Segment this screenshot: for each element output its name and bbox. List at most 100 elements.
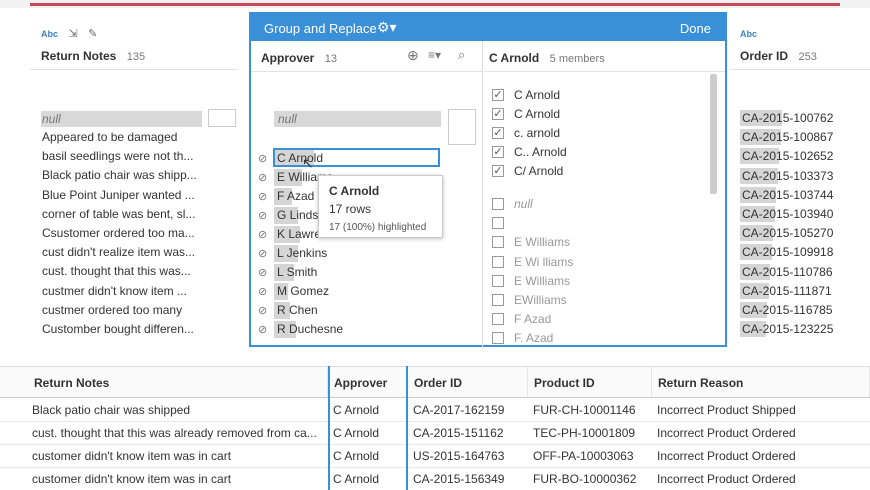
dialog-header: Group and Replace ⚙▾ Done (251, 14, 725, 41)
member-checkbox[interactable] (492, 198, 504, 210)
member-label: c. arnold (514, 126, 561, 140)
list-item[interactable]: Blue Point Juniper wanted ... (42, 188, 202, 202)
string-type-icon: Abc (41, 29, 59, 39)
divider (484, 71, 725, 72)
list-item[interactable]: custmer didn't know item ... (42, 284, 202, 298)
list-item[interactable]: G Linds (277, 208, 319, 222)
member-checkbox[interactable] (492, 255, 504, 268)
list-item[interactable]: CA-2015-103744 (740, 188, 835, 202)
list-item[interactable]: K Lawre (277, 227, 319, 241)
null-count-box (448, 109, 476, 145)
list-item[interactable]: CA-2015-110786 (740, 265, 835, 279)
member-label: E Williams (514, 235, 570, 250)
member-label: E Williams (514, 273, 570, 288)
divider (251, 71, 482, 72)
grid-cell[interactable]: CA-2017-162159 (413, 403, 525, 417)
list-item[interactable]: M Gomez (277, 284, 427, 298)
list-item[interactable]: CA-2015-109918 (740, 245, 835, 259)
null-bar (274, 111, 441, 127)
sort-icon[interactable]: ≡▾ (428, 48, 441, 62)
list-item[interactable]: Customber bought differen... (42, 322, 202, 336)
list-item[interactable]: L Smith (277, 265, 427, 279)
grid-cell[interactable]: Incorrect Product Ordered (657, 472, 867, 486)
grid-column-header[interactable]: Product ID (528, 367, 652, 397)
column-header[interactable]: Order ID (740, 49, 788, 63)
member-label: C.. Arnold (514, 145, 567, 159)
list-item[interactable]: corner of table was bent, sl... (42, 207, 202, 221)
approver-header: Approver (261, 51, 315, 65)
list-item[interactable]: null (42, 112, 202, 126)
edit-icon[interactable]: ✎ (88, 27, 97, 40)
member-checkbox[interactable]: ✓ (492, 165, 504, 177)
group-members-panel: C Arnold 5 members ✓ C Arnold ✓ C Arnold ✓ c.… (484, 41, 725, 347)
list-item[interactable]: CA-2015-100762 (740, 111, 835, 125)
list-item[interactable]: custmer ordered too many (42, 303, 202, 317)
list-item[interactable]: CA-2015-103373 (740, 169, 835, 183)
member-checkbox[interactable] (492, 236, 504, 249)
member-checkbox[interactable] (492, 274, 504, 287)
grid-cell[interactable]: CA-2015-151162 (413, 426, 525, 440)
top-accent-stripe (30, 3, 840, 6)
list-item[interactable]: CA-2015-103940 (740, 207, 835, 221)
member-checkbox[interactable]: ✓ (492, 127, 504, 139)
grid-column-header[interactable]: Order ID (408, 367, 528, 397)
list-item[interactable]: CA-2015-105270 (740, 226, 835, 240)
member-checkbox[interactable]: ✓ (492, 146, 504, 158)
grid-cell[interactable]: FUR-CH-10001146 (533, 403, 649, 417)
grid-cell[interactable]: TEC-PH-10001809 (533, 426, 649, 440)
column-header[interactable]: Return Notes (41, 49, 116, 63)
list-item[interactable]: Appeared to be damaged (42, 130, 202, 144)
top-bar (0, 0, 870, 8)
member-checkbox[interactable]: ✓ (492, 108, 504, 120)
paperclip-icon: ⊘ (258, 172, 268, 184)
grid-cell[interactable]: Black patio chair was shipped (32, 403, 326, 417)
list-item[interactable]: CA-2015-111871 (740, 284, 835, 298)
member-checkbox[interactable] (492, 313, 504, 326)
divider (730, 69, 870, 70)
paperclip-icon: ⊘ (258, 153, 268, 165)
grid-cell[interactable]: Incorrect Product Ordered (657, 426, 867, 440)
null-value[interactable]: null (278, 112, 297, 126)
dialog-title: Group and Replace (264, 21, 377, 36)
grid-cell[interactable]: OFF-PA-10003063 (533, 449, 649, 463)
done-button[interactable]: Done (680, 21, 711, 36)
grid-column-header[interactable]: Return Notes (0, 367, 328, 397)
approver-count: 13 (324, 53, 338, 65)
list-item[interactable]: CA-2015-116785 (740, 303, 835, 317)
paperclip-icon: ⊘ (258, 210, 268, 222)
member-checkbox[interactable] (492, 332, 504, 345)
gear-icon[interactable]: ⚙▾ (377, 19, 397, 36)
member-checkbox[interactable] (492, 294, 504, 306)
list-item[interactable]: Csustomer ordered too ma... (42, 226, 202, 240)
grid-cell[interactable]: US-2015-164763 (413, 449, 525, 463)
add-icon[interactable]: ⊕ (407, 47, 419, 64)
list-item[interactable]: cust. thought that this was... (42, 264, 202, 278)
list-item[interactable]: R Chen (277, 303, 427, 317)
grid-cell[interactable]: customer didn't know item was in cart (32, 449, 326, 463)
grid-cell[interactable]: Incorrect Product Shipped (657, 403, 867, 417)
list-item[interactable]: CA-2015-100867 (740, 130, 835, 144)
member-checkbox[interactable]: ✓ (492, 89, 504, 101)
value-count: 135 (126, 51, 146, 63)
grid-column-header[interactable]: Return Reason (652, 367, 870, 397)
list-item[interactable]: L Jenkins (277, 246, 427, 260)
list-item[interactable]: CA-2015-123225 (740, 322, 835, 336)
member-checkbox[interactable] (492, 217, 504, 230)
grid-cell[interactable]: cust. thought that this was already remo… (32, 426, 326, 440)
grid-cell[interactable]: Incorrect Product Ordered (657, 449, 867, 463)
list-item[interactable]: R Duchesne (277, 322, 427, 336)
scrollbar[interactable] (710, 74, 717, 194)
list-item[interactable]: cust didn't realize item was... (42, 245, 202, 259)
grid-cell[interactable]: FUR-BO-10000362 (533, 472, 649, 486)
list-item[interactable]: Black patio chair was shipp... (42, 168, 202, 182)
cursor-icon: ↖ (302, 155, 314, 171)
list-item[interactable]: basil seedlings were not th... (42, 149, 202, 163)
paperclip-icon: ⊘ (258, 305, 268, 317)
grid-cell[interactable]: customer didn't know item was in cart (32, 472, 326, 486)
grid-cell[interactable]: CA-2015-156349 (413, 472, 525, 486)
list-item[interactable]: CA-2015-102652 (740, 149, 835, 163)
search-icon[interactable]: ⌕ (458, 47, 465, 63)
row-divider (0, 444, 870, 445)
paperclip-icon: ⊘ (258, 191, 268, 203)
export-icon[interactable]: ⇲ (68, 27, 77, 40)
